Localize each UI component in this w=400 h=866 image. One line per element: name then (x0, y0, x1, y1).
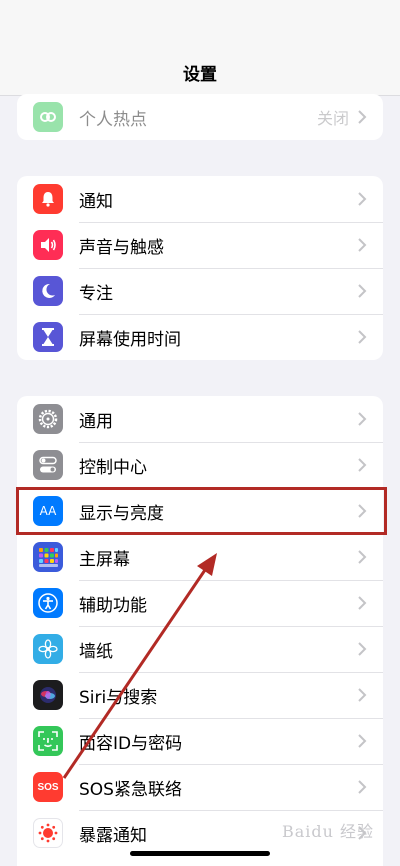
row-control-center[interactable]: 控制中心 (17, 442, 383, 488)
row-label: SOS紧急联络 (79, 779, 182, 800)
row-sounds-haptics[interactable]: 声音与触感 (17, 222, 383, 268)
row-label: 墙纸 (79, 641, 113, 662)
hotspot-icon (33, 102, 63, 132)
row-label: 屏幕使用时间 (79, 329, 181, 350)
row-label: 面容ID与密码 (79, 733, 183, 754)
navigation-bar: 设置 (0, 0, 400, 96)
row-faceid-passcode[interactable]: 面容ID与密码 (17, 718, 383, 764)
row-label: 辅助功能 (79, 595, 147, 616)
row-screen-time[interactable]: 屏幕使用时间 (17, 314, 383, 360)
chevron-right-icon (358, 192, 367, 206)
chevron-right-icon (358, 550, 367, 564)
speaker-icon (33, 230, 63, 260)
row-siri-search[interactable]: Siri与搜索 (17, 672, 383, 718)
chevron-right-icon (358, 642, 367, 656)
chevron-right-icon (358, 734, 367, 748)
row-notifications[interactable]: 通知 (17, 176, 383, 222)
row-personal-hotspot[interactable]: 个人热点 关闭 (17, 94, 383, 140)
group-network: 个人热点 关闭 (17, 94, 383, 140)
row-label: Siri与搜索 (79, 687, 158, 708)
chevron-right-icon (358, 688, 367, 702)
accessibility-icon (33, 588, 63, 618)
group-general: 通用 控制中心 AA 显示与亮度 主屏幕 辅助功能 墙纸 Siri与搜索 面容I… (17, 396, 383, 866)
exposure-icon (33, 818, 63, 848)
chevron-right-icon (358, 412, 367, 426)
chevron-right-icon (358, 458, 367, 472)
row-emergency-sos[interactable]: SOS SOS紧急联络 (17, 764, 383, 810)
chevron-right-icon (358, 238, 367, 252)
chevron-right-icon (358, 110, 367, 124)
group-notifications: 通知 声音与触感 专注 屏幕使用时间 (17, 176, 383, 360)
chevron-right-icon (358, 780, 367, 794)
page-title: 设置 (183, 65, 217, 85)
row-value: 关闭 (316, 109, 349, 128)
toggles-icon (33, 450, 63, 480)
row-label: 个人热点 (79, 109, 147, 130)
home-indicator[interactable] (130, 851, 270, 856)
row-label: 专注 (79, 283, 113, 304)
row-label: 通用 (79, 411, 113, 432)
gear-icon (33, 404, 63, 434)
row-label: 主屏幕 (79, 549, 130, 570)
row-home-screen[interactable]: 主屏幕 (17, 534, 383, 580)
bell-icon (33, 184, 63, 214)
grid-icon (33, 542, 63, 572)
sos-icon: SOS (33, 772, 63, 802)
row-label: 声音与触感 (79, 237, 164, 258)
row-label: 通知 (79, 191, 113, 212)
sos-icon-text: SOS (37, 781, 59, 793)
row-accessibility[interactable]: 辅助功能 (17, 580, 383, 626)
moon-icon (33, 276, 63, 306)
row-label: 控制中心 (79, 457, 147, 478)
chevron-right-icon (358, 284, 367, 298)
flower-icon (33, 634, 63, 664)
siri-icon (33, 680, 63, 710)
row-general[interactable]: 通用 (17, 396, 383, 442)
faceid-icon (33, 726, 63, 756)
row-focus[interactable]: 专注 (17, 268, 383, 314)
chevron-right-icon (358, 596, 367, 610)
hourglass-icon (33, 322, 63, 352)
highlight-box (16, 487, 387, 535)
row-wallpaper[interactable]: 墙纸 (17, 626, 383, 672)
watermark: Baidu 经验 (282, 822, 375, 841)
chevron-right-icon (358, 330, 367, 344)
